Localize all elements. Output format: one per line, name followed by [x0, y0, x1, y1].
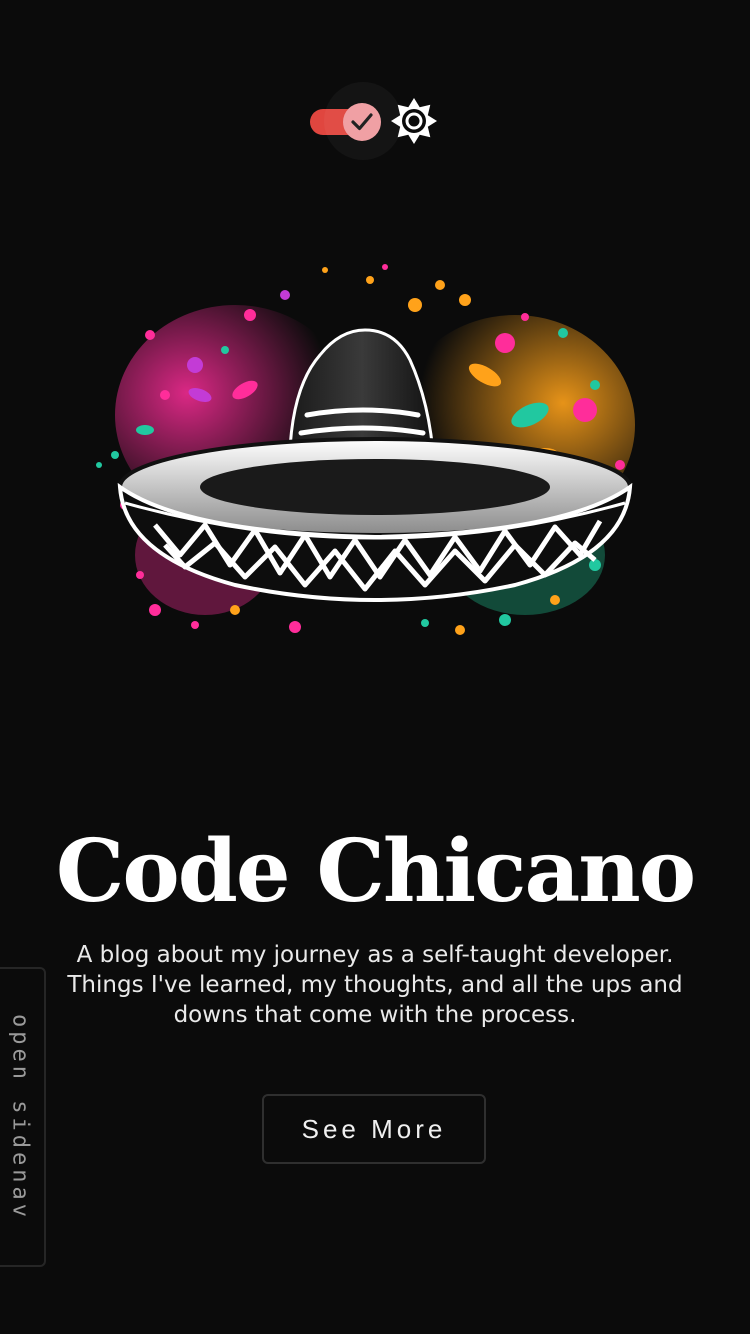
open-sidenav-button[interactable]: open sidenav — [0, 967, 46, 1267]
site-tagline: A blog about my journey as a self-taught… — [67, 942, 683, 1028]
see-more-button[interactable]: See More — [262, 1094, 486, 1164]
sidenav-label: open sidenav — [7, 1013, 33, 1221]
toggle-thumb[interactable] — [343, 103, 381, 141]
checkmark-icon — [351, 113, 373, 131]
theme-toggle[interactable] — [310, 82, 440, 162]
sun-icon[interactable] — [390, 97, 438, 145]
sombrero-logo — [96, 264, 635, 635]
site-title: Code Chicano — [55, 821, 696, 922]
